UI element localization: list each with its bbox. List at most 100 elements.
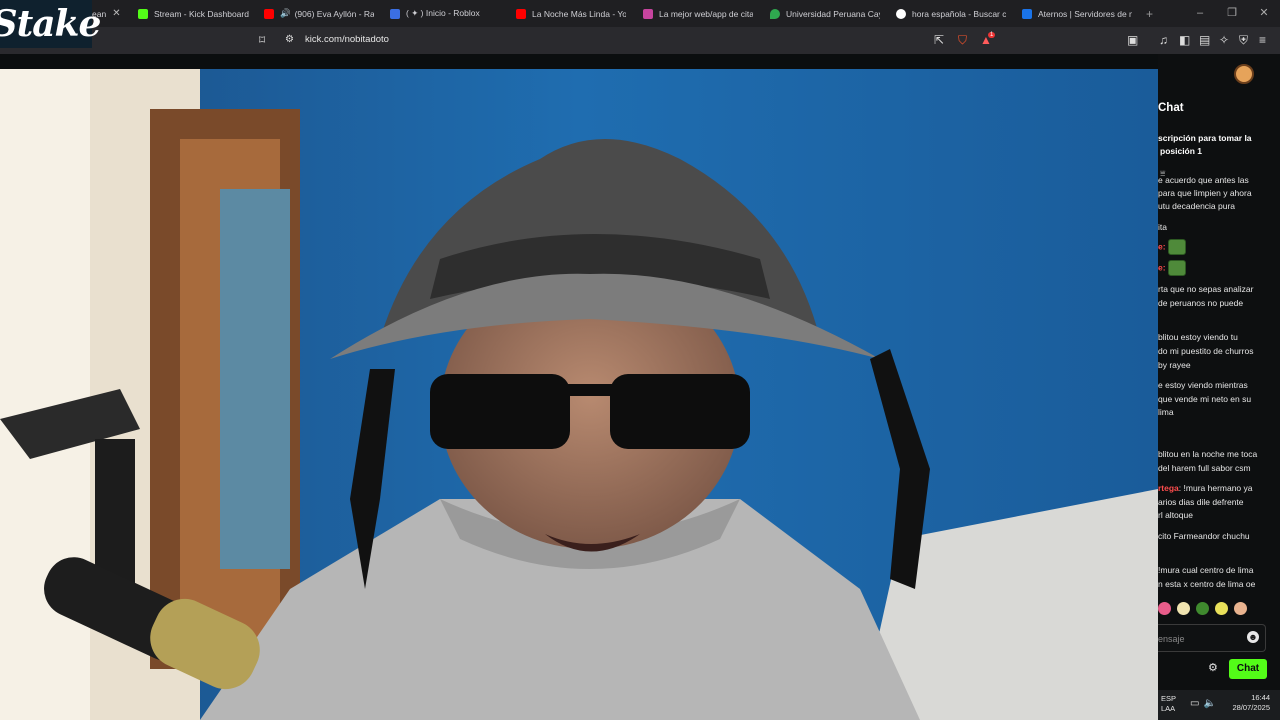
chat-message: e:	[1158, 260, 1274, 276]
pinned-message: scripción para tomar la posición 1	[1158, 132, 1280, 158]
tab-title: ( ✦ ) Inicio - Roblox	[406, 8, 480, 18]
new-tab-button[interactable]: +	[1146, 4, 1160, 23]
dating-favicon-icon	[643, 8, 653, 19]
leo-ai-icon[interactable]: ✧	[1219, 33, 1229, 47]
youtube-favicon-icon	[516, 8, 526, 19]
chat-message: !mura cual centro de lima	[1158, 565, 1254, 575]
emoji-picker-icon[interactable]: ☻	[1247, 631, 1259, 643]
chat-title: Chat	[1158, 102, 1184, 114]
chat-message: blitou en la noche me toca	[1158, 449, 1258, 459]
emote-icon[interactable]	[1177, 602, 1190, 615]
chat-message: del harem full sabor csm	[1158, 463, 1251, 473]
sidebar-toggle-icon[interactable]: ▣	[1127, 33, 1138, 47]
maximize-button[interactable]: ❐	[1216, 0, 1248, 27]
chat-message-input[interactable]: ensaje ☻	[1158, 624, 1266, 652]
kick-page: Chat scripción para tomar la posición 1 …	[0, 54, 1280, 720]
chat-username[interactable]: e:	[1158, 241, 1166, 251]
chat-settings-icon[interactable]: ⚙	[1208, 661, 1218, 674]
chat-message: que vende mi neto en su	[1158, 394, 1252, 404]
emote-icon	[1167, 260, 1186, 276]
emote-icon[interactable]	[1215, 602, 1228, 615]
emote-icon[interactable]	[1234, 602, 1247, 615]
url-field[interactable]: kick.com/nobitadoto	[305, 34, 389, 45]
chat-message: rta que no sepas analizar	[1158, 284, 1254, 294]
clock-date: 28/07/2025	[1232, 703, 1270, 712]
clock-time: 16:44	[1251, 693, 1270, 702]
tray-icons: ▭🔈	[1190, 698, 1220, 709]
chat-text: : !mura hermano ya	[1178, 483, 1253, 493]
share-icon[interactable]: ⇱	[934, 33, 944, 47]
chat-message: utu decadencia pura	[1158, 201, 1236, 211]
tab-title: (906) Eva Ayllón - Raíc	[294, 8, 374, 19]
chat-username[interactable]: rtega	[1158, 483, 1179, 493]
chat-message: ita	[1158, 222, 1167, 232]
chat-username[interactable]: e:	[1158, 262, 1166, 272]
minimize-button[interactable]: –	[1184, 0, 1216, 27]
media-icon[interactable]: ♫	[1159, 33, 1168, 47]
user-avatar[interactable]	[1234, 64, 1254, 84]
chat-message: do mi puestito de churros	[1158, 346, 1254, 356]
chat-message: arios dias dile defrente	[1158, 497, 1244, 507]
audio-playing-icon[interactable]: 🔊	[280, 8, 291, 19]
google-favicon-icon	[896, 8, 906, 19]
tab-title: Stream - Kick Dashboard	[154, 8, 249, 19]
tab-title: Aternos | Servidores de m	[1038, 8, 1132, 19]
tab-dating[interactable]: La mejor web/app de citas	[643, 4, 753, 23]
pinned-line: scripción para tomar la	[1158, 133, 1252, 143]
close-tab-icon[interactable]: ✕	[112, 8, 120, 19]
aternos-favicon-icon	[1022, 8, 1032, 19]
tab-roblox[interactable]: ( ✦ ) Inicio - Roblox	[390, 4, 500, 23]
emote-icon[interactable]	[1196, 602, 1209, 615]
menu-icon[interactable]: ≡	[1259, 33, 1266, 47]
emote-quick-bar	[1158, 602, 1247, 615]
language-code: ESP	[1161, 694, 1177, 703]
bookmark-icon[interactable]: ⌑	[259, 33, 265, 47]
reader-icon[interactable]: ◧	[1179, 33, 1190, 47]
vpn-icon[interactable]: ⛨	[1239, 33, 1248, 47]
kick-favicon-icon	[138, 8, 148, 19]
youtube-favicon-icon	[264, 8, 274, 19]
close-window-button[interactable]: ✕	[1248, 0, 1280, 27]
pinned-line: posición 1	[1160, 146, 1203, 156]
stream-video[interactable]	[0, 69, 1158, 720]
chat-message: rtega: !mura hermano ya	[1158, 482, 1274, 496]
address-bar: ⌑ ⚙ kick.com/nobitadoto ⇱ ⛉ ▲ 1 ▣ ♫ ◧ ▤ …	[0, 27, 1280, 54]
volume-icon[interactable]: 🔈	[1203, 698, 1219, 709]
chat-message: cito Farmeandor chuchu	[1158, 531, 1250, 541]
network-icon[interactable]: ▭	[1190, 698, 1203, 709]
system-taskbar: ESP LAA ▭🔈 16:44 28/07/2025	[1158, 690, 1280, 720]
maps-pin-icon	[770, 8, 780, 19]
tab-google[interactable]: hora española - Buscar co	[896, 4, 1006, 23]
stake-logo: Stake	[0, 0, 101, 48]
rewards-badge: 1	[988, 32, 996, 38]
tab-aternos[interactable]: Aternos | Servidores de m	[1022, 4, 1132, 23]
chat-message: e estoy viendo mientras	[1158, 380, 1248, 390]
browser-tab-bar: ean ✕ Stream - Kick Dashboard 🔊 (906) Ev…	[0, 0, 1280, 27]
keyboard-layout: LAA	[1161, 704, 1176, 713]
chat-message: by rayee	[1158, 360, 1191, 370]
roblox-favicon-icon	[390, 8, 400, 19]
tab-youtube-noche[interactable]: La Noche Más Linda - You	[516, 4, 626, 23]
chat-message: e acuerdo que antes las	[1158, 175, 1249, 185]
emote-icon[interactable]	[1158, 602, 1171, 615]
chat-message: de peruanos no puede	[1158, 298, 1244, 308]
system-clock[interactable]: 16:44 28/07/2025	[1232, 693, 1270, 713]
chat-panel: Chat scripción para tomar la posición 1 …	[1158, 54, 1280, 720]
chat-message: para que limpien y ahora	[1158, 188, 1252, 198]
wallet-icon[interactable]: ▤	[1199, 33, 1210, 47]
new-tab-label: +	[1146, 6, 1154, 21]
input-language[interactable]: ESP LAA	[1161, 694, 1176, 714]
tab-title: hora española - Buscar co	[912, 8, 1006, 19]
tab-title: La mejor web/app de citas	[659, 8, 753, 19]
tab-kick-dashboard[interactable]: Stream - Kick Dashboard	[138, 4, 250, 23]
tab-youtube-eva[interactable]: 🔊 (906) Eva Ayllón - Raíc	[264, 4, 374, 23]
chat-message: n esta x centro de lima oe	[1158, 579, 1256, 589]
stream-frame-illustration	[0, 69, 1158, 720]
brave-shields-icon[interactable]: ⛉	[958, 33, 967, 47]
emote-icon	[1167, 239, 1186, 255]
send-chat-button[interactable]: Chat	[1229, 659, 1267, 679]
window-controls: – ❐ ✕	[1184, 0, 1280, 27]
tab-university[interactable]: Universidad Peruana Caye	[770, 4, 880, 23]
site-info-icon[interactable]: ⚙	[285, 33, 294, 47]
chat-message: rl altoque	[1158, 510, 1193, 520]
